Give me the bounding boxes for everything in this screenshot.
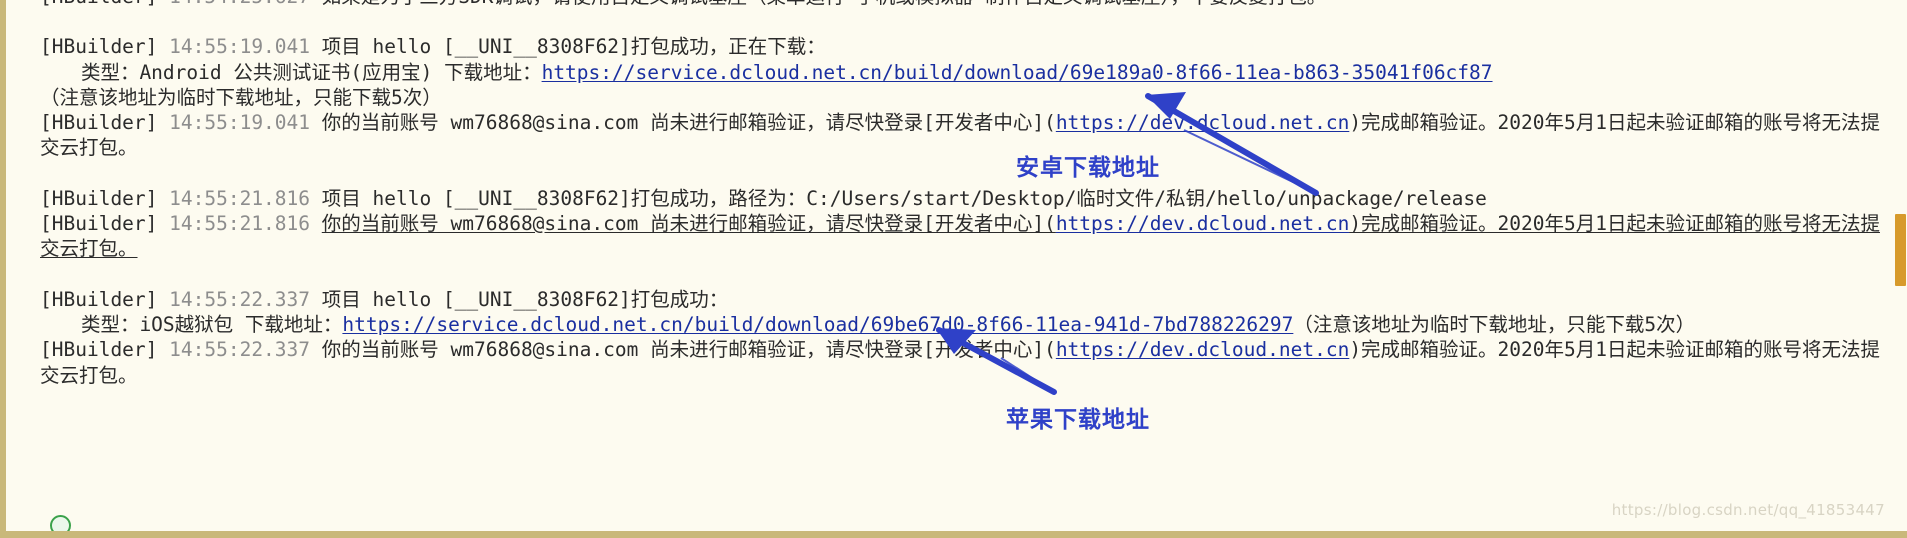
log-tag: [HBuilder] xyxy=(40,0,169,8)
log-line: 类型：Android 公共测试证书(应用宝) 下载地址：https://serv… xyxy=(40,60,1893,111)
annotation-label-ios: 苹果下载地址 xyxy=(1006,407,1150,433)
download-link[interactable]: https://service.dcloud.net.cn/build/down… xyxy=(342,313,1293,336)
log-entry: [HBuilder] 14:54:25.627 如果是为了三方SDK调试，请使用… xyxy=(40,0,1893,9)
log-timestamp: 14:55:22.337 xyxy=(169,338,322,362)
log-message: （注意该地址为临时下载地址，只能下载5次） xyxy=(40,85,442,109)
download-link[interactable]: https://service.dcloud.net.cn/build/down… xyxy=(542,61,1493,84)
log-entry: [HBuilder] 14:55:19.041 项目 hello [__UNI_… xyxy=(40,34,1893,110)
log-timestamp: 14:55:21.816 xyxy=(169,212,322,236)
log-tag: [HBuilder] xyxy=(40,35,170,59)
log-line: [HBuilder] 14:54:25.627 如果是为了三方SDK调试，请使用… xyxy=(40,0,1893,9)
log-tag: [HBuilder] xyxy=(40,287,170,311)
log-entry: [HBuilder] 14:55:21.816 项目 hello [__UNI_… xyxy=(40,186,1893,211)
log-timestamp: 14:54:25.627 xyxy=(169,0,322,8)
log-entry: [HBuilder] 14:55:22.337 你的当前账号 wm76868@s… xyxy=(40,337,1893,388)
download-link[interactable]: https://dev.dcloud.net.cn xyxy=(1056,338,1350,361)
download-link[interactable]: https://dev.dcloud.net.cn xyxy=(1056,111,1350,134)
log-timestamp: 14:55:22.337 xyxy=(169,287,322,311)
log-message: 项目 hello [__UNI__8308F62]打包成功，正在下载： xyxy=(321,35,826,59)
console-panel[interactable]: [HBuilder] 14:54:25.627 如果是为了三方SDK调试，请使用… xyxy=(0,0,1907,538)
log-line: [HBuilder] 14:55:19.041 项目 hello [__UNI_… xyxy=(40,34,1893,59)
vertical-scrollbar[interactable] xyxy=(1894,0,1907,531)
log-timestamp: 14:55:19.041 xyxy=(169,111,322,135)
log-message: 项目 hello [__UNI__8308F62]打包成功： xyxy=(321,287,729,311)
log-tag: [HBuilder] xyxy=(40,186,170,210)
log-message: 你的当前账号 wm76868@sina.com 尚未进行邮箱验证，请尽快登录[开… xyxy=(321,212,1056,236)
log-entry: [HBuilder] 14:55:21.816 你的当前账号 wm76868@s… xyxy=(40,211,1893,262)
watermark-text: https://blog.csdn.net/qq_41853447 xyxy=(1611,501,1885,519)
log-message: 类型：Android 公共测试证书(应用宝) 下载地址： xyxy=(80,60,542,84)
log-message: 如果是为了三方SDK调试，请使用自定义调试基座（菜单运行-手机或模拟器-制作自定… xyxy=(322,0,1326,8)
log-timestamp: 14:55:21.816 xyxy=(169,186,322,210)
log-entry: [HBuilder] 14:55:22.337 项目 hello [__UNI_… xyxy=(40,287,1893,338)
log-message: 你的当前账号 wm76868@sina.com 尚未进行邮箱验证，请尽快登录[开… xyxy=(321,338,1056,362)
console-output-text[interactable]: [HBuilder] 14:54:25.627 如果是为了三方SDK调试，请使用… xyxy=(6,0,1907,388)
log-line: [HBuilder] 14:55:21.816 项目 hello [__UNI_… xyxy=(40,186,1893,211)
log-line: [HBuilder] 14:55:19.041 你的当前账号 wm76868@s… xyxy=(40,110,1893,161)
log-line: 类型：iOS越狱包 下载地址：https://service.dcloud.ne… xyxy=(40,312,1893,337)
log-line: [HBuilder] 14:55:22.337 项目 hello [__UNI_… xyxy=(40,287,1893,312)
log-line: [HBuilder] 14:55:21.816 你的当前账号 wm76868@s… xyxy=(40,211,1893,262)
log-tag: [HBuilder] xyxy=(40,111,170,135)
log-message: （注意该地址为临时下载地址，只能下载5次） xyxy=(1293,312,1696,336)
log-tag: [HBuilder] xyxy=(40,212,170,236)
scrollbar-thumb[interactable] xyxy=(1895,214,1906,286)
log-line: [HBuilder] 14:55:22.337 你的当前账号 wm76868@s… xyxy=(40,337,1893,388)
download-link[interactable]: https://dev.dcloud.net.cn xyxy=(1056,212,1350,235)
log-tag: [HBuilder] xyxy=(40,338,170,362)
status-indicator-icon xyxy=(50,515,71,531)
log-timestamp: 14:55:19.041 xyxy=(169,35,322,59)
log-message: 项目 hello [__UNI__8308F62]打包成功，路径为：C:/Use… xyxy=(321,186,1487,210)
log-message: 你的当前账号 wm76868@sina.com 尚未进行邮箱验证，请尽快登录[开… xyxy=(321,111,1056,135)
log-entry: [HBuilder] 14:55:19.041 你的当前账号 wm76868@s… xyxy=(40,110,1893,161)
log-message: 类型：iOS越狱包 下载地址： xyxy=(80,312,343,336)
